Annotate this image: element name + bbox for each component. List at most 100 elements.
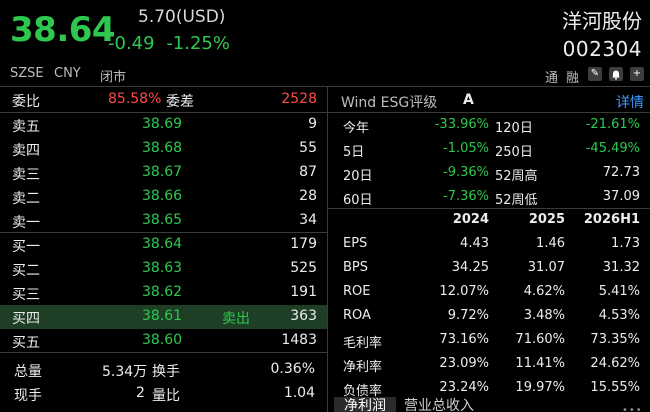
return-period-value-2: 72.73 bbox=[602, 165, 640, 180]
ask-volume: 34 bbox=[299, 212, 317, 228]
fin-header-row: 2024 2025 2026H1 bbox=[331, 208, 650, 232]
return-period-label-2: 250日 bbox=[495, 145, 533, 160]
ask-level: 卖三 bbox=[12, 167, 40, 183]
tab-revenue[interactable]: 营业总收入 bbox=[394, 397, 484, 412]
ask-row: 卖三 38.67 87 bbox=[0, 161, 327, 185]
esg-label: Wind ESG评级 bbox=[341, 95, 438, 111]
ratio-label: 委比 bbox=[12, 94, 40, 110]
fin-row: ROE 12.07% 4.62% 5.41% bbox=[331, 280, 650, 304]
volume-stats-row: 总量 5.34万 换手 0.36% bbox=[0, 358, 327, 382]
ask-price: 38.68 bbox=[142, 140, 183, 156]
fin-row: ROA 9.72% 3.48% 4.53% bbox=[331, 304, 650, 328]
return-period-label: 60日 bbox=[343, 193, 373, 208]
ask-price: 38.66 bbox=[142, 188, 183, 204]
fin-value-2: 31.07 bbox=[527, 260, 565, 275]
fin-metric-label: ROA bbox=[343, 308, 371, 323]
fin-value-2: 1.46 bbox=[536, 236, 565, 251]
bid-row: 买一 38.64 179 bbox=[0, 233, 327, 257]
year-col-2: 2025 bbox=[528, 212, 565, 227]
fin-value-1: 4.43 bbox=[460, 236, 489, 251]
year-col-1: 2024 bbox=[452, 212, 489, 227]
bid-row: 买五 38.60 1483 bbox=[0, 329, 327, 353]
fin-value-3: 1.73 bbox=[611, 236, 640, 251]
bid-price: 38.60 bbox=[142, 332, 183, 348]
ask-row: 卖四 38.68 55 bbox=[0, 137, 327, 161]
fin-value-3: 15.55% bbox=[590, 380, 640, 395]
exchange-label: SZSE bbox=[10, 66, 44, 81]
change-amount: -0.49 bbox=[108, 33, 155, 54]
last-price: 38.64 bbox=[10, 10, 116, 50]
more-icon[interactable]: ••• bbox=[622, 405, 643, 412]
fin-row: EPS 4.43 1.46 1.73 bbox=[331, 232, 650, 256]
fin-metric-label: 毛利率 bbox=[343, 336, 383, 351]
esg-detail-link[interactable]: 详情 bbox=[616, 92, 644, 112]
return-period-value-2: -21.61% bbox=[585, 117, 640, 132]
ask-row: 卖五 38.69 9 bbox=[0, 113, 327, 137]
return-period-value: -1.05% bbox=[443, 141, 489, 156]
fin-value-2: 4.62% bbox=[523, 284, 565, 299]
fin-value-2: 71.60% bbox=[515, 332, 565, 347]
total-volume-label: 总量 bbox=[14, 364, 42, 380]
edit-icon[interactable]: ✎ bbox=[588, 67, 602, 81]
return-row: 今年 -33.96% 120日 -21.61% bbox=[331, 113, 650, 137]
ask-price: 38.67 bbox=[142, 164, 183, 180]
bid-price: 38.62 bbox=[142, 284, 183, 300]
esg-row: Wind ESG评级 A 详情 bbox=[331, 88, 650, 112]
return-period-value: -7.36% bbox=[443, 189, 489, 204]
fin-value-1: 23.24% bbox=[439, 380, 489, 395]
bid-price: 38.63 bbox=[142, 260, 183, 276]
ask-row: 卖二 38.66 28 bbox=[0, 185, 327, 209]
fin-row: 毛利率 73.16% 71.60% 73.35% bbox=[331, 328, 650, 352]
return-period-label-2: 120日 bbox=[495, 121, 533, 136]
fin-metric-label: EPS bbox=[343, 236, 368, 251]
esg-rating: A bbox=[463, 92, 474, 108]
turnover-label: 换手 bbox=[152, 364, 180, 380]
fin-value-3: 73.35% bbox=[590, 332, 640, 347]
bid-price: 38.61 bbox=[142, 308, 183, 324]
return-period-value-2: -45.49% bbox=[585, 141, 640, 156]
bid-row: 买四 38.61 卖出 363 bbox=[0, 305, 327, 329]
ratio-value: 85.58% bbox=[108, 91, 162, 107]
total-volume: 5.34万 bbox=[102, 364, 148, 380]
return-period-label-2: 52周高 bbox=[495, 169, 538, 184]
current-label: 现手 bbox=[14, 388, 42, 404]
price-change: -0.49 -1.25% bbox=[108, 33, 230, 54]
diff-label: 委差 bbox=[166, 94, 194, 110]
return-period-label: 今年 bbox=[343, 121, 370, 136]
change-percent: -1.25% bbox=[166, 33, 230, 54]
vol-ratio-label: 量比 bbox=[152, 388, 180, 404]
fin-value-1: 34.25 bbox=[451, 260, 489, 275]
bell-icon[interactable] bbox=[609, 67, 623, 81]
return-period-label: 20日 bbox=[343, 169, 373, 184]
bid-level: 买五 bbox=[12, 335, 40, 351]
bid-level: 买一 bbox=[12, 239, 40, 255]
ask-volume: 9 bbox=[308, 116, 317, 132]
tab-net-profit[interactable]: 净利润 bbox=[334, 397, 396, 412]
fin-value-3: 24.62% bbox=[590, 356, 640, 371]
fin-metric-label: BPS bbox=[343, 260, 369, 275]
margin-tong-label[interactable]: 通 bbox=[545, 67, 558, 86]
usd-price: 5.70(USD) bbox=[138, 7, 226, 27]
fin-value-1: 12.07% bbox=[439, 284, 489, 299]
market-status: 闭市 bbox=[100, 70, 127, 85]
add-icon[interactable]: + bbox=[630, 67, 644, 81]
vol-ratio-value: 1.04 bbox=[283, 385, 315, 401]
bid-volume: 1483 bbox=[281, 332, 317, 348]
ask-level: 卖五 bbox=[12, 119, 40, 135]
ask-row: 卖一 38.65 34 bbox=[0, 209, 327, 233]
return-row: 5日 -1.05% 250日 -45.49% bbox=[331, 137, 650, 161]
current-stats-row: 现手 2 量比 1.04 bbox=[0, 382, 327, 406]
fin-metric-label: ROE bbox=[343, 284, 371, 299]
current-value: 2 bbox=[136, 385, 145, 401]
ask-level: 卖四 bbox=[12, 143, 40, 159]
ask-price: 38.65 bbox=[142, 212, 183, 228]
bid-row: 买二 38.63 525 bbox=[0, 257, 327, 281]
ask-volume: 28 bbox=[299, 188, 317, 204]
stock-code: 002304 bbox=[562, 37, 642, 61]
bid-volume: 191 bbox=[290, 284, 317, 300]
fin-metric-label: 净利率 bbox=[343, 360, 383, 375]
ask-volume: 87 bbox=[299, 164, 317, 180]
ask-price: 38.69 bbox=[142, 116, 183, 132]
return-period-value: -9.36% bbox=[443, 165, 489, 180]
margin-rong-label[interactable]: 融 bbox=[566, 67, 579, 86]
